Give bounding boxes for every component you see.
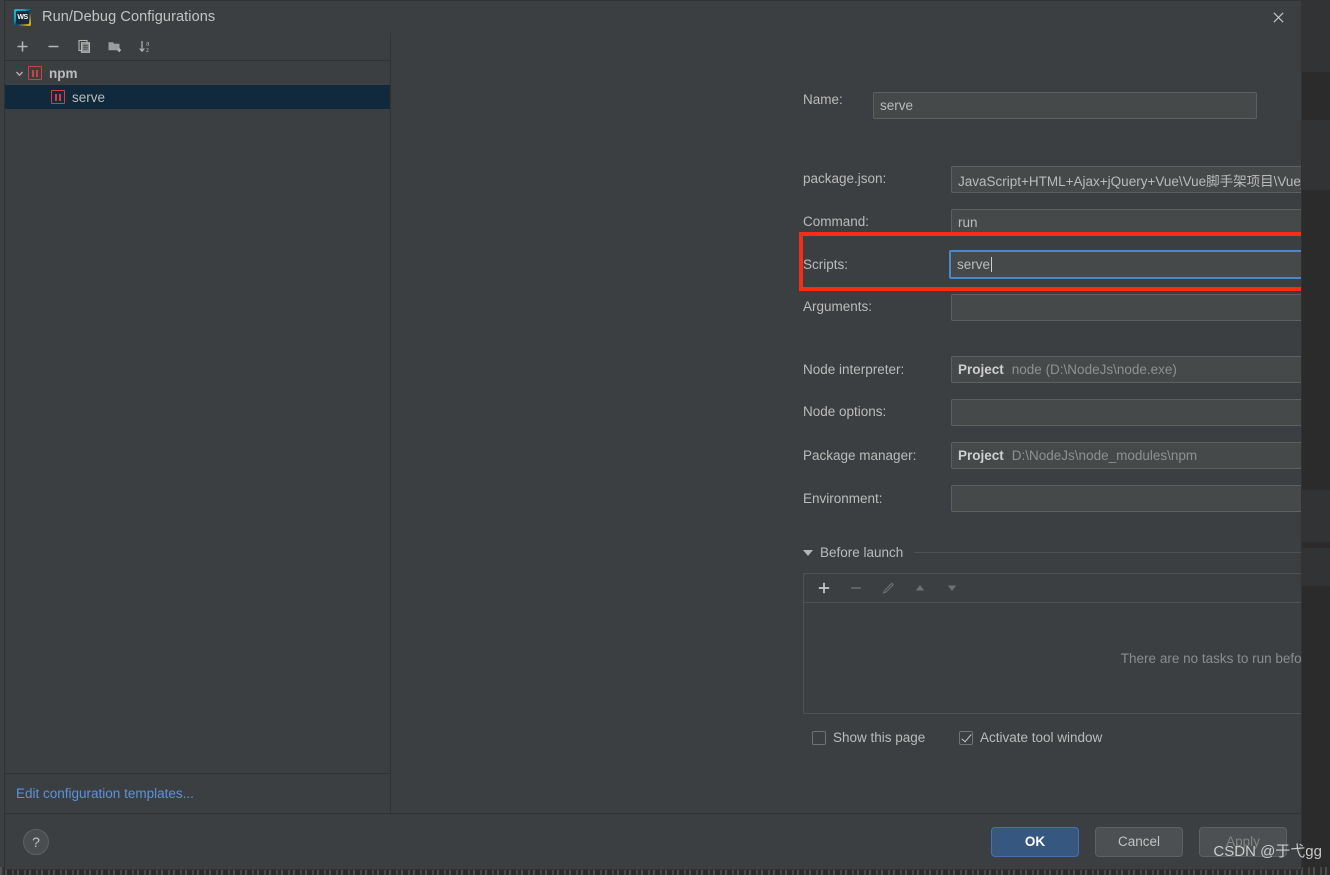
dialog-titlebar: WS Run/Debug Configurations: [5, 1, 1301, 33]
package-json-combobox[interactable]: JavaScript+HTML+Ajax+jQuery+Vue\Vue脚手架项目…: [951, 166, 1301, 193]
name-label: Name:: [803, 92, 843, 107]
environment-row: Environment:: [803, 491, 883, 506]
backdrop-right-panel-4: [1302, 548, 1330, 586]
cancel-button[interactable]: Cancel: [1095, 826, 1183, 857]
edit-task-icon: [879, 579, 897, 597]
node-interpreter-value: node (D:\NodeJs\node.exe): [1011, 362, 1177, 377]
arguments-label: Arguments:: [803, 299, 873, 314]
package-manager-value: D:\NodeJs\node_modules\npm: [1011, 448, 1198, 463]
package-manager-row: Package manager:: [803, 448, 916, 463]
before-launch-header[interactable]: Before launch: [803, 545, 1301, 560]
show-this-page-label: Show this page: [833, 730, 926, 745]
new-folder-icon[interactable]: [106, 38, 124, 56]
name-value: serve: [880, 98, 914, 113]
npm-icon: [51, 90, 65, 104]
node-interpreter-label: Node interpreter:: [803, 362, 905, 377]
sort-alphabetically-icon[interactable]: a z: [137, 38, 155, 56]
configurations-toolbar: a z: [5, 33, 390, 61]
command-label: Command:: [803, 214, 870, 229]
activate-tool-window-checkbox[interactable]: Activate tool window: [959, 730, 1102, 745]
backdrop-right-panel-3: [1302, 490, 1330, 542]
node-options-row: Node options:: [803, 404, 886, 419]
node-interpreter-scope: Project: [958, 362, 1004, 377]
before-launch-panel: There are no tasks to run before launch: [803, 573, 1301, 714]
configuration-form: Name: serve Allow parallel run Store as …: [391, 33, 1301, 813]
activate-tool-window-label: Activate tool window: [980, 730, 1103, 745]
dialog-title: Run/Debug Configurations: [42, 9, 216, 25]
svg-text:a: a: [146, 42, 150, 48]
edit-configuration-templates-link[interactable]: Edit configuration templates...: [16, 786, 194, 801]
help-button[interactable]: ?: [23, 828, 49, 855]
csdn-watermark: CSDN @于弋gg: [1213, 843, 1322, 860]
configurations-panel: a z npm serve Edit configuration templat…: [5, 33, 391, 813]
node-options-label: Node options:: [803, 404, 887, 419]
copy-configuration-icon[interactable]: [75, 38, 93, 56]
chevron-down-icon[interactable]: [11, 68, 28, 79]
package-manager-scope: Project: [958, 448, 1004, 463]
backdrop-right-panel-1: [1302, 0, 1330, 72]
before-launch-empty-message: There are no tasks to run before launch: [1120, 650, 1301, 666]
section-divider: [914, 552, 1301, 553]
node-options-input[interactable]: [951, 399, 1301, 426]
close-icon[interactable]: [1255, 1, 1301, 33]
move-up-icon: [911, 579, 929, 597]
configurations-tree[interactable]: npm serve: [5, 61, 390, 773]
ok-button[interactable]: OK: [991, 826, 1079, 857]
tree-node-label: serve: [72, 89, 106, 105]
tree-node-serve[interactable]: serve: [5, 85, 390, 109]
text-caret: [991, 257, 993, 272]
arguments-input[interactable]: [951, 294, 1301, 321]
environment-label: Environment:: [803, 491, 883, 506]
node-interpreter-combobox[interactable]: Project node (D:\NodeJs\node.exe) 19.0.1: [951, 356, 1301, 383]
chevron-down-icon[interactable]: [803, 549, 813, 556]
move-down-icon: [943, 579, 961, 597]
show-this-page-checkbox[interactable]: Show this page: [812, 730, 925, 745]
tree-node-npm[interactable]: npm: [5, 61, 390, 85]
add-icon[interactable]: [13, 38, 31, 56]
svg-text:z: z: [146, 48, 149, 54]
command-value: run: [958, 215, 978, 230]
name-row: Name:: [803, 92, 873, 107]
add-task-icon[interactable]: [815, 579, 833, 597]
checkbox-box[interactable]: [812, 730, 826, 745]
tree-node-label: npm: [49, 65, 78, 81]
node-interpreter-row: Node interpreter:: [803, 362, 904, 377]
package-json-value: JavaScript+HTML+Ajax+jQuery+Vue\Vue脚手架项目…: [958, 173, 1301, 189]
arguments-row: Arguments:: [803, 299, 872, 314]
before-launch-toolbar: [804, 574, 1301, 603]
package-json-row: package.json:: [803, 171, 886, 186]
backdrop-right-panel-2: [1302, 120, 1330, 190]
npm-icon: [28, 66, 42, 80]
environment-input[interactable]: [951, 485, 1301, 512]
scripts-value: serve: [957, 257, 991, 272]
scripts-combobox[interactable]: serve: [949, 250, 1301, 279]
edit-templates-bar: Edit configuration templates...: [5, 773, 390, 813]
scripts-label: Scripts:: [803, 257, 849, 272]
command-row: Command:: [803, 214, 869, 229]
remove-task-icon: [847, 579, 865, 597]
webstorm-logo-text: WS: [17, 13, 28, 21]
package-json-label: package.json:: [803, 171, 887, 186]
remove-icon[interactable]: [44, 38, 62, 56]
webstorm-logo-icon: WS: [14, 8, 31, 26]
package-manager-combobox[interactable]: Project D:\NodeJs\node_modules\npm 6.14.…: [951, 442, 1301, 469]
before-launch-title: Before launch: [820, 545, 904, 560]
checkbox-box[interactable]: [959, 730, 973, 745]
run-debug-configurations-dialog: WS Run/Debug Configurations a z npm serv…: [4, 0, 1302, 870]
dialog-body: a z npm serve Edit configuration templat…: [5, 33, 1301, 813]
name-input[interactable]: serve: [873, 92, 1257, 119]
command-combobox[interactable]: run: [951, 209, 1301, 236]
package-manager-label: Package manager:: [803, 448, 917, 463]
dialog-footer: ? OK Cancel Apply: [5, 813, 1301, 869]
scripts-row: Scripts:: [803, 257, 848, 272]
